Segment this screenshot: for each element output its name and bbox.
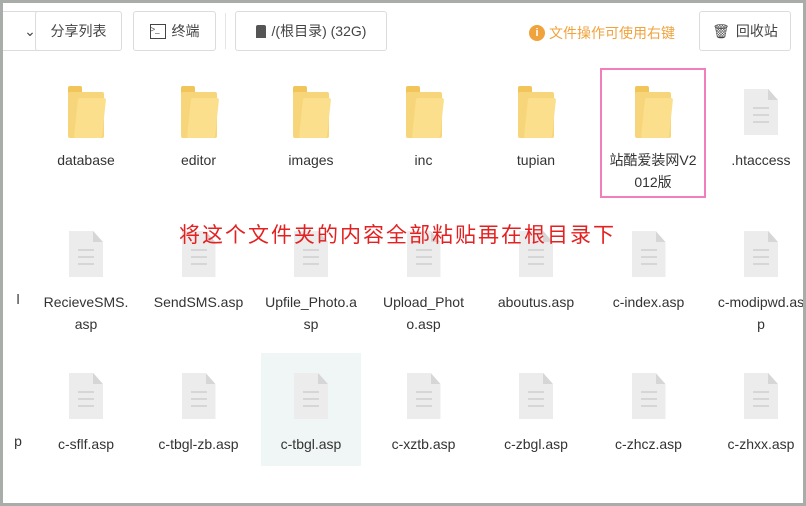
info-icon: i — [529, 25, 545, 41]
folder-icon — [518, 86, 557, 138]
file-name: database — [57, 152, 115, 168]
file-item[interactable]: c-tbgl.asp — [261, 353, 361, 466]
file-item[interactable]: c-modipwd.asp — [711, 217, 803, 335]
folder-icon — [180, 86, 219, 138]
file-name: c-index.asp — [612, 294, 685, 310]
file-item[interactable]: c-tbgl-zb.asp — [149, 359, 249, 455]
file-item[interactable]: c-sflf.asp — [36, 359, 136, 455]
file-icon — [744, 89, 778, 135]
file-name: SendSMS.asp — [153, 294, 244, 310]
folder-item[interactable]: images — [261, 75, 361, 171]
file-item[interactable]: .htaccess — [711, 75, 803, 171]
file-name: c-zbgl.asp — [504, 436, 568, 452]
folder-icon — [635, 86, 674, 138]
file-name: images — [288, 152, 334, 168]
recycle-label: 回收站 — [735, 23, 778, 39]
file-icon — [69, 231, 103, 277]
folder-icon — [405, 86, 444, 138]
file-name: Upfile_Photo.asp — [265, 294, 357, 332]
file-item[interactable]: c-xztb.asp — [374, 359, 474, 455]
file-name: c-zhcz.asp — [615, 436, 682, 452]
file-icon — [181, 373, 216, 419]
trash-icon: 🗑 — [712, 22, 730, 39]
annotation-text: 将这个文件夹的内容全部粘贴再在根目录下 — [179, 223, 616, 247]
folder-item[interactable]: database — [36, 75, 136, 171]
file-name: Upload_Photo.asp — [383, 294, 464, 332]
divider — [225, 13, 226, 49]
file-item[interactable]: c-zbgl.asp — [486, 359, 586, 455]
file-icon — [519, 373, 553, 419]
file-item[interactable]: c-zhcz.asp — [599, 359, 699, 455]
file-name: aboutus.asp — [497, 294, 575, 310]
folder-item[interactable]: inc — [374, 75, 474, 171]
file-name: c-xztb.asp — [391, 436, 456, 452]
file-name: editor — [180, 152, 217, 168]
folder-icon — [293, 86, 332, 138]
share-list-label: 分享列表 — [50, 23, 107, 39]
file-icon — [631, 231, 666, 277]
disk-button[interactable]: /(根目录) (32G) — [235, 11, 387, 51]
folder-item[interactable]: tupian — [486, 75, 586, 171]
file-name: c-modipwd.asp — [717, 294, 803, 332]
file-icon — [294, 373, 328, 419]
file-name: .htaccess — [731, 152, 791, 168]
folder-item[interactable]: 站酷爱装网V2012版 — [600, 68, 706, 198]
terminal-label: 终端 — [171, 23, 200, 39]
file-manager: ⌄ 分享列表 >_ 终端 /(根目录) (32G) i 文件操作可使用右键 🗑 回收站… — [3, 3, 803, 503]
recycle-bin-button[interactable]: 🗑 回收站 — [699, 11, 791, 51]
file-name: tupian — [516, 152, 556, 168]
file-name: c-zhxx.asp — [727, 436, 795, 452]
file-name: 站酷爱装网V2012版 — [609, 152, 697, 190]
file-item[interactable]: RecieveSMS.asp — [36, 217, 136, 335]
file-name: c-tbgl.asp — [280, 436, 342, 452]
terminal-icon: >_ — [149, 23, 166, 39]
partial-file-label: p — [14, 433, 22, 449]
disk-label: /(根目录) (32G) — [271, 23, 367, 39]
share-list-button[interactable]: 分享列表 — [35, 11, 122, 51]
tip-text: 文件操作可使用右键 — [549, 25, 675, 41]
file-icon — [744, 231, 778, 277]
disk-icon — [255, 24, 266, 38]
file-icon — [69, 373, 103, 419]
folder-item[interactable]: editor — [149, 75, 249, 171]
tip: i 文件操作可使用右键 — [529, 23, 675, 43]
file-item[interactable]: c-zhxx.asp — [711, 359, 803, 455]
file-icon — [744, 373, 778, 419]
file-icon — [631, 373, 666, 419]
folder-icon — [68, 86, 107, 138]
file-name: RecieveSMS.asp — [43, 294, 129, 332]
file-name: inc — [414, 152, 433, 168]
partial-file-label: l — [16, 291, 20, 307]
file-name: c-sflf.asp — [57, 436, 114, 452]
terminal-button[interactable]: >_ 终端 — [133, 11, 216, 51]
file-name: c-tbgl-zb.asp — [158, 436, 239, 452]
file-icon — [406, 373, 441, 419]
